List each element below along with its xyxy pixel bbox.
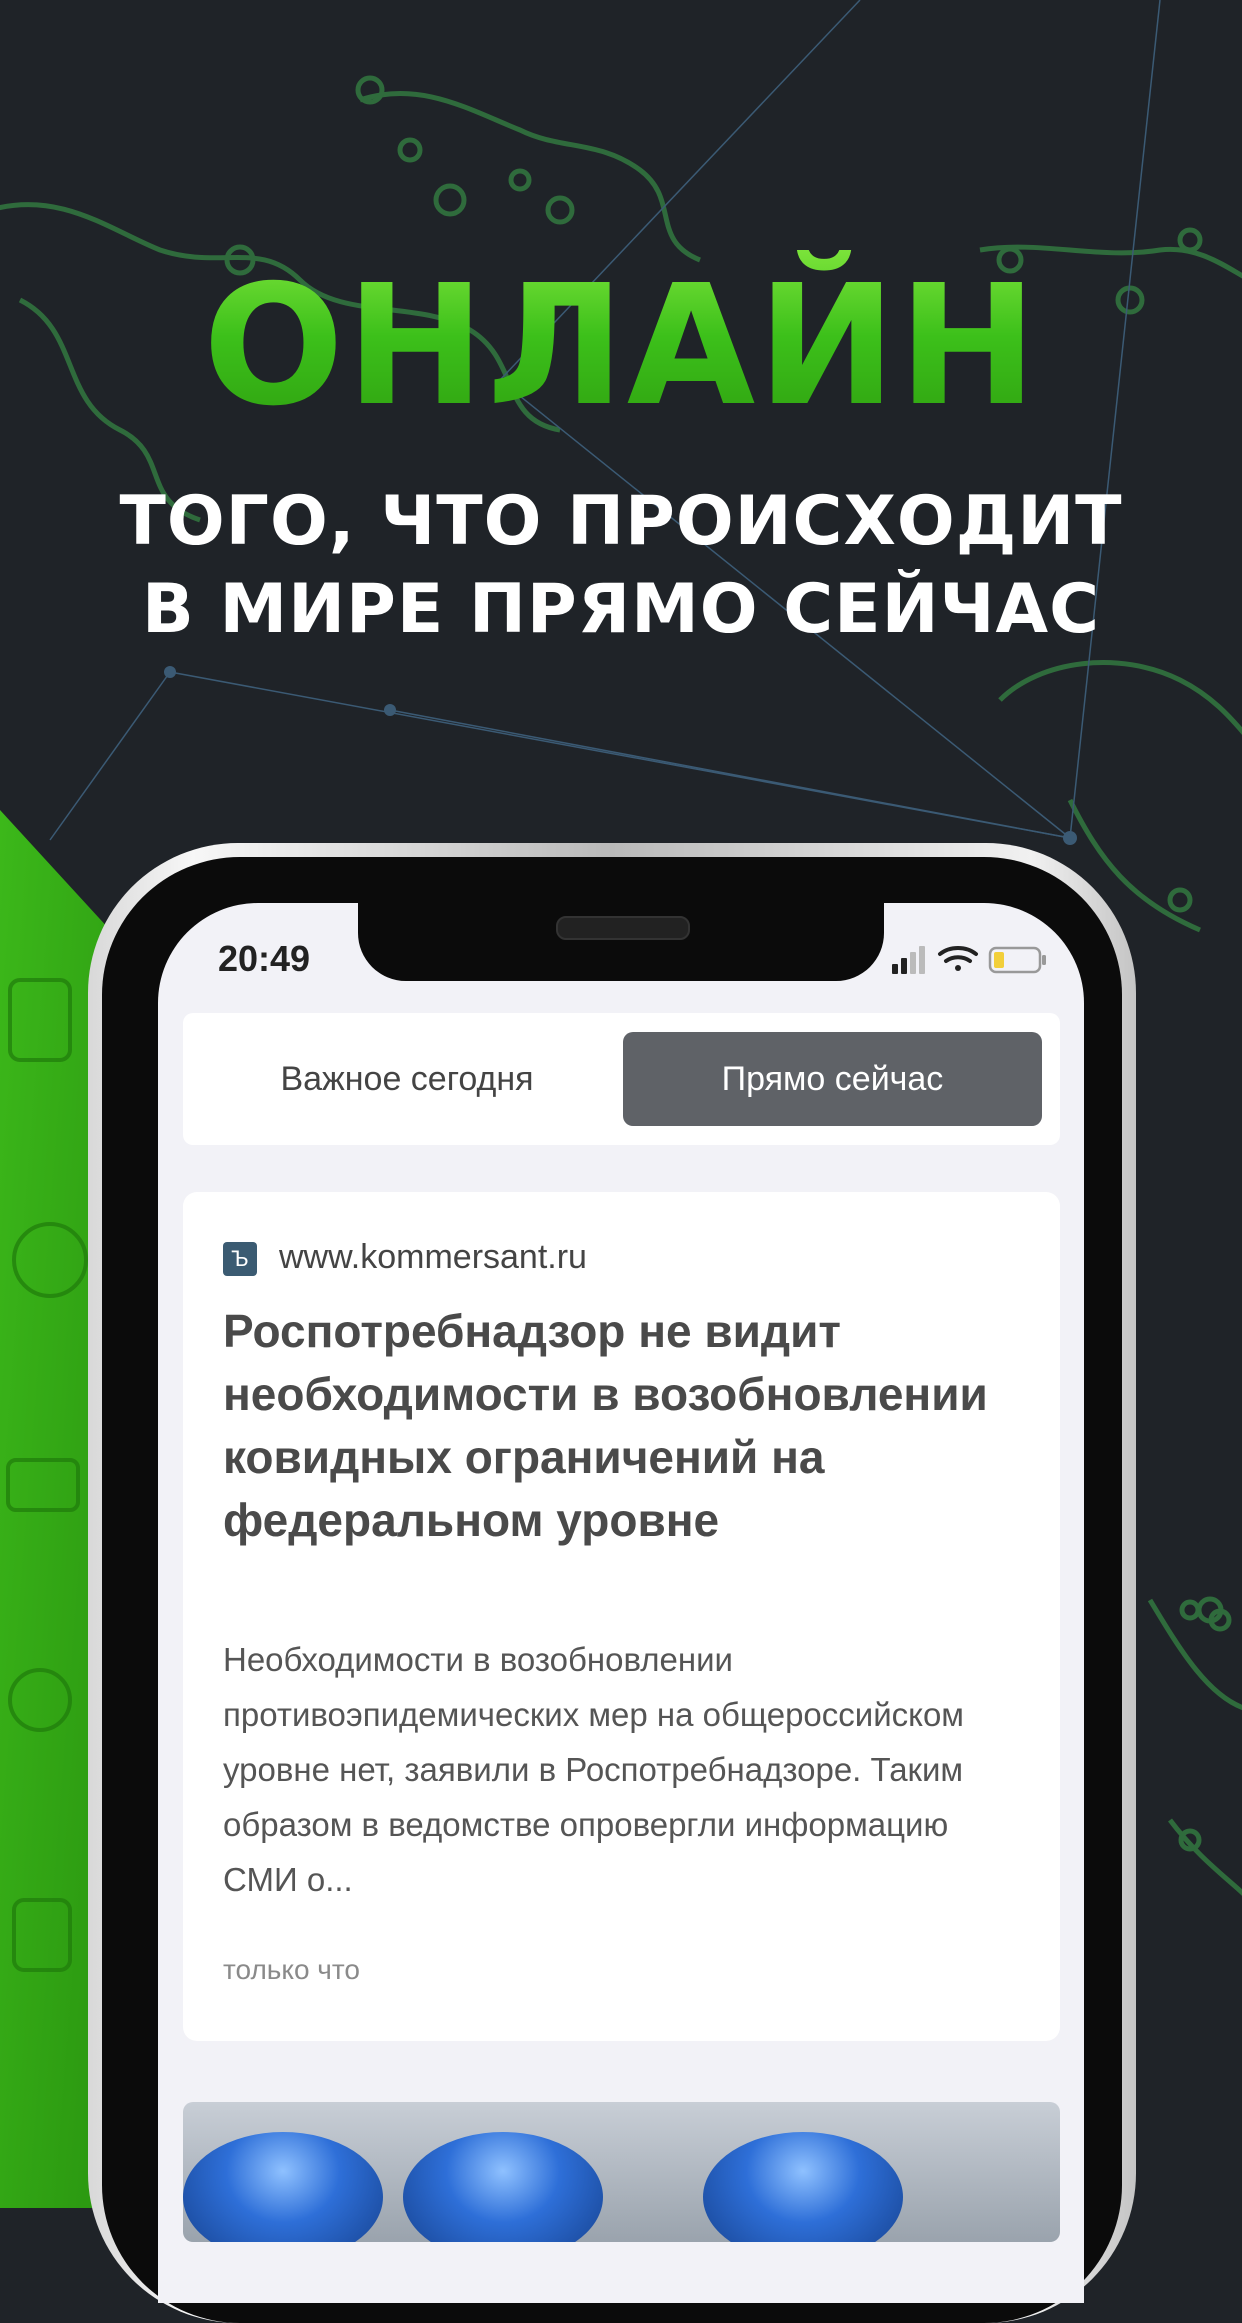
news-card[interactable]: Ъ www.kommersant.ru Роспотребнадзор не в… [183, 1192, 1060, 2041]
vaccine-vial-image [703, 2132, 903, 2242]
tab-important-today[interactable]: Важное сегодня [201, 1032, 613, 1126]
promo-subheadline: ТОГО, ЧТО ПРОИСХОДИТ В МИРЕ ПРЯМО СЕЙЧАС [0, 478, 1242, 654]
status-time: 20:49 [218, 938, 311, 979]
news-source[interactable]: www.kommersant.ru [279, 1238, 587, 1277]
tab-right-now[interactable]: Прямо сейчас [623, 1032, 1042, 1126]
vaccine-vial-image [403, 2132, 603, 2242]
speaker-grille [556, 916, 690, 940]
news-title[interactable]: Роспотребнадзор не видит необходимости в… [223, 1300, 1023, 1552]
battery-icon [988, 946, 1046, 974]
tab-bar: Важное сегодня Прямо сейчас [183, 1013, 1060, 1145]
cellular-signal-icon [892, 946, 925, 974]
wifi-icon [938, 946, 978, 971]
phone-notch [358, 903, 884, 981]
news-time: только что [223, 1954, 360, 1985]
promo-headline: ОНЛАЙН [0, 250, 1242, 443]
promo-subline-2: В МИРЕ ПРЯМО СЕЙЧАС [141, 570, 1101, 649]
status-icons [892, 946, 1046, 974]
next-news-card-image[interactable] [183, 2102, 1060, 2242]
vaccine-vial-image [183, 2132, 383, 2242]
promo-subline-1: ТОГО, ЧТО ПРОИСХОДИТ [119, 482, 1123, 561]
news-summary: Необходимости в возобновлении противоэпи… [223, 1641, 964, 1898]
kommersant-logo-icon: Ъ [223, 1242, 257, 1276]
